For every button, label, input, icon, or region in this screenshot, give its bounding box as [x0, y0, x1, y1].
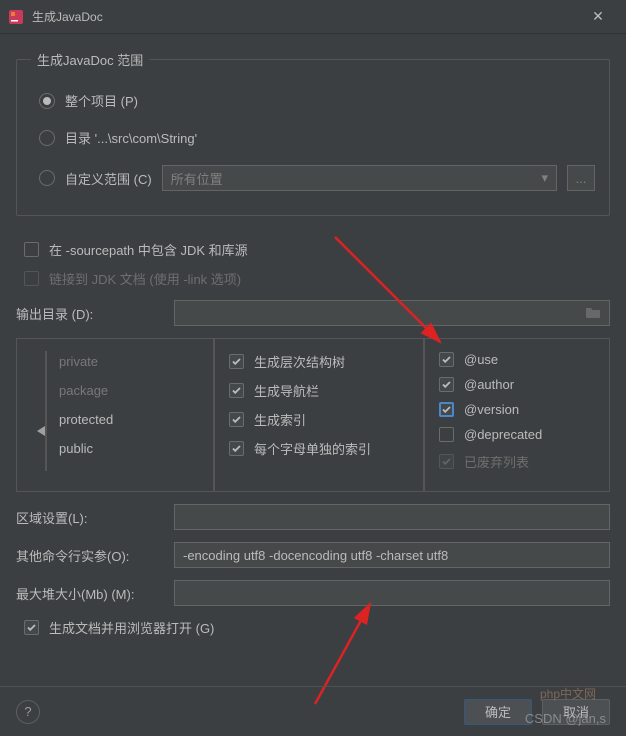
checkbox-icon: [229, 383, 244, 398]
checkbox-label: 已废弃列表: [464, 452, 529, 471]
visibility-protected[interactable]: protected: [59, 412, 199, 427]
custom-scope-combo[interactable]: 所有位置 ▾: [162, 165, 557, 191]
checkbox-label: @deprecated: [464, 427, 542, 442]
visibility-public[interactable]: public: [59, 441, 199, 456]
checkbox-icon: [439, 427, 454, 442]
close-icon[interactable]: ✕: [578, 8, 618, 25]
radio-custom-scope[interactable]: 自定义范围 (C) 所有位置 ▾ ...: [39, 165, 595, 191]
locale-input[interactable]: [174, 504, 610, 530]
cli-label: 其他命令行实参(O):: [16, 546, 166, 565]
heap-row: 最大堆大小(Mb) (M):: [16, 580, 610, 606]
cancel-button[interactable]: 取消: [542, 699, 610, 725]
checkbox-label: 生成层次结构树: [254, 352, 345, 371]
checkbox-icon: [229, 441, 244, 456]
slider-handle[interactable]: [35, 425, 55, 440]
checkbox-label: 生成索引: [254, 410, 306, 429]
radio-directory[interactable]: 目录 '...\src\com\String': [39, 128, 595, 147]
tag-deprecated-list-checkbox: 已废弃列表: [439, 452, 595, 471]
heap-label: 最大堆大小(Mb) (M):: [16, 584, 166, 603]
checkbox-icon: [24, 271, 39, 286]
window-title: 生成JavaDoc: [32, 8, 578, 25]
checkbox-label: 在 -sourcepath 中包含 JDK 和库源: [49, 240, 248, 259]
locale-label: 区域设置(L):: [16, 508, 166, 527]
heap-input[interactable]: [174, 580, 610, 606]
checkbox-icon: [439, 352, 454, 367]
checkbox-label: @version: [464, 402, 519, 417]
output-dir-label: 输出目录 (D):: [16, 304, 166, 323]
link-jdk-checkbox: 链接到 JDK 文档 (使用 -link 选项): [24, 269, 610, 288]
gen-hierarchy-checkbox[interactable]: 生成层次结构树: [229, 352, 409, 371]
combo-value: 所有位置: [171, 169, 223, 188]
cli-input[interactable]: -encoding utf8 -docencoding utf8 -charse…: [174, 542, 610, 568]
open-browser-checkbox[interactable]: 生成文档并用浏览器打开 (G): [24, 618, 610, 637]
radio-icon: [39, 170, 55, 186]
checkbox-label: 生成导航栏: [254, 381, 319, 400]
help-button[interactable]: ?: [16, 700, 40, 724]
checkbox-label: 链接到 JDK 文档 (使用 -link 选项): [49, 269, 241, 288]
ok-button[interactable]: 确定: [464, 699, 532, 725]
checkbox-icon: [439, 402, 454, 417]
locale-row: 区域设置(L):: [16, 504, 610, 530]
gen-navbar-checkbox[interactable]: 生成导航栏: [229, 381, 409, 400]
scope-legend: 生成JavaDoc 范围: [31, 50, 149, 69]
include-jdk-checkbox[interactable]: 在 -sourcepath 中包含 JDK 和库源: [24, 240, 610, 259]
radio-label: 整个项目 (P): [65, 91, 138, 110]
checkbox-icon: [229, 354, 244, 369]
checkbox-icon: [439, 377, 454, 392]
checkbox-icon: [24, 620, 39, 635]
scope-group: 生成JavaDoc 范围 整个项目 (P) 目录 '...\src\com\St…: [16, 50, 610, 216]
checkbox-label: 生成文档并用浏览器打开 (G): [49, 618, 214, 637]
dialog-footer: ? 确定 取消: [0, 686, 626, 736]
checkbox-icon: [439, 454, 454, 469]
generate-column: 生成层次结构树 生成导航栏 生成索引 每个字母单独的索引: [214, 338, 424, 492]
cli-row: 其他命令行实参(O): -encoding utf8 -docencoding …: [16, 542, 610, 568]
output-dir-input[interactable]: [174, 300, 610, 326]
chevron-down-icon: ▾: [541, 170, 548, 186]
gen-split-index-checkbox[interactable]: 每个字母单独的索引: [229, 439, 409, 458]
gen-index-checkbox[interactable]: 生成索引: [229, 410, 409, 429]
app-icon: [8, 9, 24, 25]
visibility-package[interactable]: package: [59, 383, 199, 398]
radio-label: 自定义范围 (C): [65, 169, 152, 188]
checkbox-label: 每个字母单独的索引: [254, 439, 371, 458]
title-bar: 生成JavaDoc ✕: [0, 0, 626, 34]
visibility-column: private package protected public: [16, 338, 214, 492]
radio-icon: [39, 130, 55, 146]
output-dir-row: 输出目录 (D):: [16, 300, 610, 326]
radio-icon: [39, 93, 55, 109]
tag-version-checkbox[interactable]: @version: [439, 402, 595, 417]
checkbox-icon: [229, 412, 244, 427]
tag-use-checkbox[interactable]: @use: [439, 352, 595, 367]
checkbox-icon: [24, 242, 39, 257]
options-columns: private package protected public 生成层次结构树…: [16, 338, 610, 492]
radio-whole-project[interactable]: 整个项目 (P): [39, 91, 595, 110]
tag-deprecated-checkbox[interactable]: @deprecated: [439, 427, 595, 442]
visibility-private[interactable]: private: [59, 354, 199, 369]
tag-author-checkbox[interactable]: @author: [439, 377, 595, 392]
checkbox-label: @author: [464, 377, 514, 392]
browse-scope-button[interactable]: ...: [567, 165, 595, 191]
radio-label: 目录 '...\src\com\String': [65, 128, 197, 147]
checkbox-label: @use: [464, 352, 498, 367]
tags-column: @use @author @version @deprecated 已废弃列表: [424, 338, 610, 492]
slider-track: [45, 351, 47, 471]
folder-icon[interactable]: [585, 305, 601, 322]
